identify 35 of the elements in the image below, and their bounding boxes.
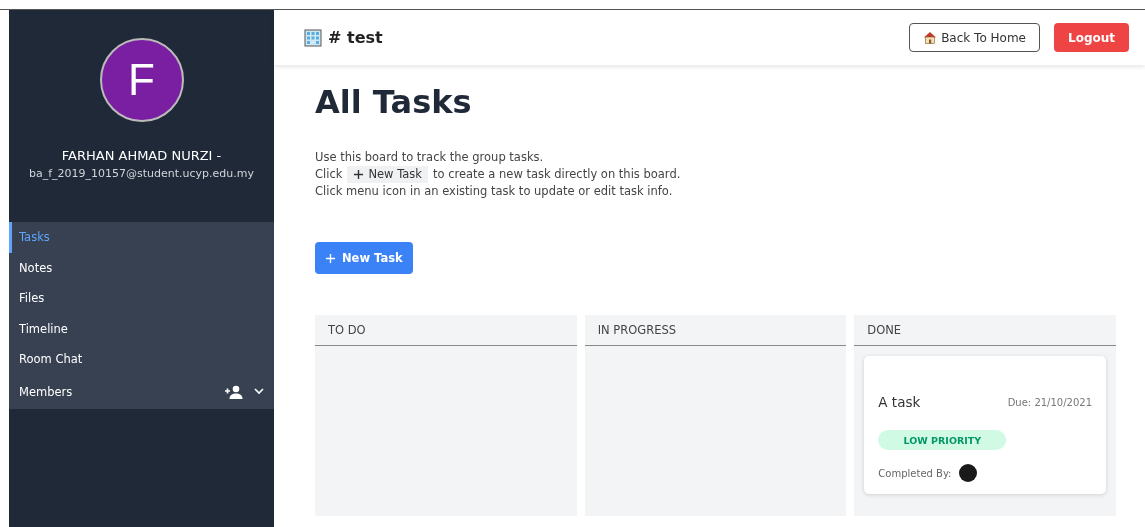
add-person-icon[interactable] <box>224 384 244 399</box>
sidebar-item-label: Members <box>19 384 73 399</box>
user-email: ba_f_2019_10157@student.ucyp.edu.my <box>28 167 255 180</box>
completed-by-label: Completed By: <box>878 467 952 479</box>
new-task-button[interactable]: New Task <box>315 242 413 274</box>
task-card[interactable]: A task Due: 21/10/2021 LOW PRIORITY Completed By: <box>864 356 1106 494</box>
chevron-down-icon[interactable] <box>254 388 264 395</box>
priority-badge: LOW PRIORITY <box>878 430 1007 450</box>
task-title: A task <box>878 394 921 410</box>
sidebar-item[interactable]: Tasks <box>9 222 274 253</box>
user-name: FARHAN AHMAD NURZI - <box>61 148 222 163</box>
instruction-text: Use this board to track the group tasks. <box>315 149 545 166</box>
sidebar-item[interactable]: Members <box>9 374 274 409</box>
sidebar-item[interactable]: Notes <box>9 252 274 283</box>
instruction-text: Click <box>315 166 343 183</box>
column-title: IN PROGRESS <box>584 315 847 346</box>
plus-icon <box>325 252 336 264</box>
sidebar-item[interactable]: Room Chat <box>9 344 274 375</box>
sidebar-item[interactable]: Timeline <box>9 313 274 344</box>
column-title: DONE <box>854 315 1116 346</box>
sidebar-item[interactable]: Files <box>9 283 274 314</box>
column-title: TO DO <box>315 315 577 346</box>
new-task-chip: New Task <box>347 166 428 183</box>
logout-button[interactable]: Logout <box>1054 23 1129 52</box>
due-date: Due: 21/10/2021 <box>1007 396 1092 408</box>
instruction-text: Click menu icon in an existing task to update or edit task info. <box>315 183 674 200</box>
avatar: F <box>99 38 184 122</box>
user-avatar <box>959 464 978 482</box>
plus-icon <box>353 169 365 180</box>
instruction-text: to create a new task directly on this board. <box>432 166 681 183</box>
page-title: All Tasks <box>315 83 473 121</box>
back-to-home-button[interactable]: Back To Home <box>909 23 1040 52</box>
building-icon <box>304 28 322 47</box>
room-title: # test <box>328 28 383 47</box>
house-icon <box>923 31 938 44</box>
